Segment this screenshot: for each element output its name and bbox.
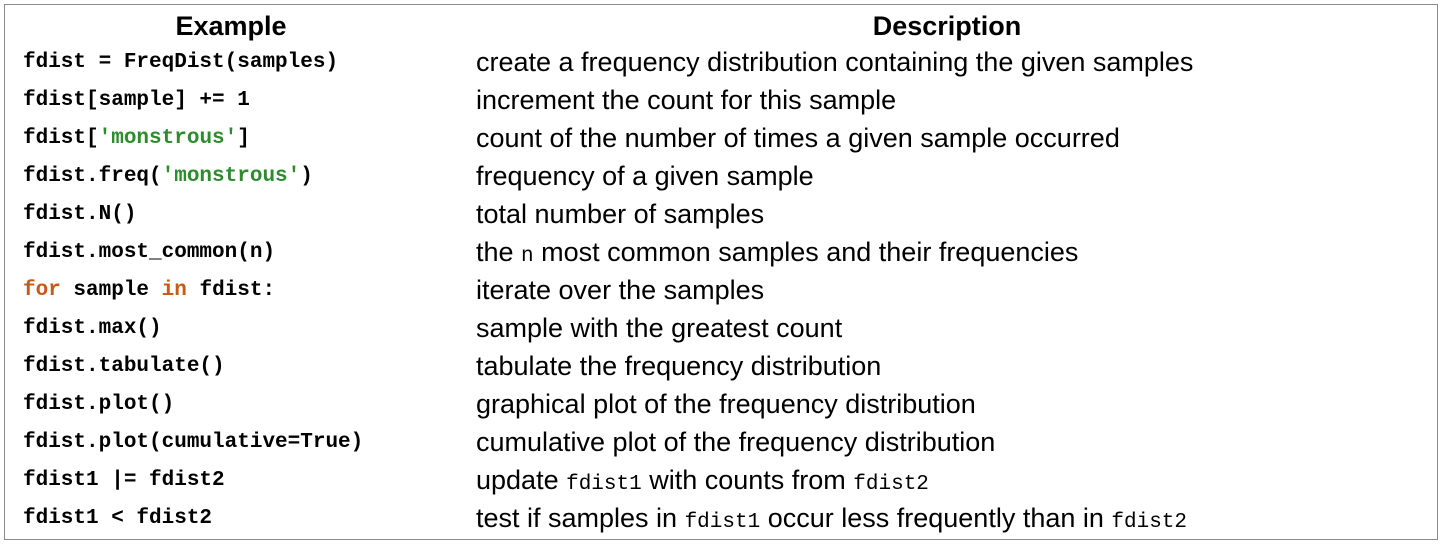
- description-cell: update fdist1 with counts from fdist2: [457, 461, 1437, 499]
- text-segment: iterate over the samples: [476, 274, 765, 305]
- description-cell: frequency of a given sample: [457, 157, 1437, 195]
- table-row: fdist[sample] += 1 increment the count fo…: [5, 81, 1437, 119]
- text-segment: update: [476, 464, 567, 495]
- inline-code: fdist2: [853, 472, 929, 496]
- freqdist-reference-table: Example Description fdist = FreqDist(sam…: [5, 5, 1437, 537]
- text-segment: the: [476, 236, 522, 267]
- example-cell: fdist[sample] += 1: [5, 81, 457, 119]
- description-cell: create a frequency distribution containi…: [457, 43, 1437, 81]
- example-cell: fdist1 < fdist2: [5, 499, 457, 537]
- text-segment: increment the count for this sample: [476, 84, 897, 115]
- string-literal: 'monstrous': [98, 126, 238, 150]
- example-column-header: Example: [175, 11, 287, 41]
- example-cell: fdist1 |= fdist2: [5, 461, 457, 499]
- text-segment: fdist.N(): [23, 202, 137, 226]
- table-row: fdist = FreqDist(samples) create a freque…: [5, 43, 1437, 81]
- text-segment: fdist1 |= fdist2: [23, 468, 225, 492]
- example-cell: fdist.plot(cumulative=True): [5, 423, 457, 461]
- table-row: fdist.freq('monstrous') frequency of a gi…: [5, 157, 1437, 195]
- text-segment: ]: [237, 126, 250, 150]
- text-segment: fdist.max(): [23, 316, 162, 340]
- example-cell: fdist = FreqDist(samples): [5, 43, 457, 81]
- description-cell: increment the count for this sample: [457, 81, 1437, 119]
- text-segment: tabulate the frequency distribution: [476, 350, 882, 381]
- description-cell: tabulate the frequency distribution: [457, 347, 1437, 385]
- table-row: fdist.plot() graphical plot of the freque…: [5, 385, 1437, 423]
- text-segment: frequency of a given sample: [476, 160, 814, 191]
- text-segment: fdist:: [186, 278, 276, 302]
- description-column-header: Description: [872, 11, 1022, 41]
- text-segment: count of the number of times a given sam…: [476, 122, 1120, 153]
- table-row: fdist1 |= fdist2 update fdist1 with count…: [5, 461, 1437, 499]
- example-cell: fdist.tabulate(): [5, 347, 457, 385]
- table-row: fdist.tabulate() tabulate the frequency d…: [5, 347, 1437, 385]
- string-literal: 'monstrous': [161, 164, 301, 188]
- text-segment: with counts from: [641, 464, 854, 495]
- text-segment: fdist.plot(cumulative=True): [23, 430, 364, 454]
- description-cell: iterate over the samples: [457, 271, 1437, 309]
- header-row: Example Description: [5, 5, 1437, 43]
- example-cell: fdist.N(): [5, 195, 457, 233]
- text-segment: create a frequency distribution containi…: [476, 46, 1194, 77]
- keyword: in: [161, 278, 187, 302]
- description-cell: sample with the greatest count: [457, 309, 1437, 347]
- table-row: fdist['monstrous'] count of the number of…: [5, 119, 1437, 157]
- text-segment: fdist.freq(: [23, 164, 162, 188]
- example-cell: fdist.max(): [5, 309, 457, 347]
- table-row: fdist.most_common(n) the n most common sa…: [5, 233, 1437, 271]
- example-cell: fdist.plot(): [5, 385, 457, 423]
- inline-code: n: [521, 244, 534, 268]
- text-segment: total number of samples: [476, 198, 765, 229]
- example-cell: fdist.freq('monstrous'): [5, 157, 457, 195]
- text-segment: cumulative plot of the frequency distrib…: [476, 426, 996, 457]
- keyword: for: [23, 278, 61, 302]
- inline-code: fdist2: [1111, 510, 1188, 534]
- table-row: fdist.max() sample with the greatest coun…: [5, 309, 1437, 347]
- text-segment: occur less frequently than in: [760, 502, 1112, 533]
- text-segment: fdist = FreqDist(samples): [23, 50, 339, 74]
- example-cell: fdist['monstrous']: [5, 119, 457, 157]
- description-cell: graphical plot of the frequency distribu…: [457, 385, 1437, 423]
- text-segment: fdist.most_common(n): [23, 240, 276, 264]
- text-segment: fdist.tabulate(): [23, 354, 225, 378]
- example-cell: fdist.most_common(n): [5, 233, 457, 271]
- text-segment: fdist1 < fdist2: [23, 506, 213, 530]
- text-segment: fdist[sample] += 1: [23, 88, 250, 112]
- example-cell: for sample in fdist:: [5, 271, 457, 309]
- inline-code: fdist1: [566, 472, 642, 496]
- table-row: fdist1 < fdist2 test if samples in fdist1…: [5, 499, 1437, 537]
- inline-code: fdist1: [684, 510, 761, 534]
- text-segment: sample: [60, 278, 162, 302]
- description-cell: cumulative plot of the frequency distrib…: [457, 423, 1437, 461]
- description-cell: test if samples in fdist1 occur less fre…: [457, 499, 1437, 537]
- table-body: fdist = FreqDist(samples) create a freque…: [5, 43, 1437, 537]
- description-cell: count of the number of times a given sam…: [457, 119, 1437, 157]
- text-segment: graphical plot of the frequency distribu…: [476, 388, 976, 419]
- table-row: fdist.plot(cumulative=True) cumulative pl…: [5, 423, 1437, 461]
- reference-table-frame: Example Description fdist = FreqDist(sam…: [4, 4, 1438, 540]
- text-segment: most common samples and their frequencie…: [533, 236, 1079, 267]
- text-segment: sample with the greatest count: [476, 312, 843, 343]
- table-row: fdist.N() total number of samples: [5, 195, 1437, 233]
- description-cell: total number of samples: [457, 195, 1437, 233]
- table-row: for sample in fdist: iterate over the sam…: [5, 271, 1437, 309]
- description-cell: the n most common samples and their freq…: [457, 233, 1437, 271]
- text-segment: ): [300, 164, 313, 188]
- text-segment: fdist[: [23, 126, 99, 150]
- text-segment: test if samples in: [476, 502, 685, 533]
- text-segment: fdist.plot(): [23, 392, 175, 416]
